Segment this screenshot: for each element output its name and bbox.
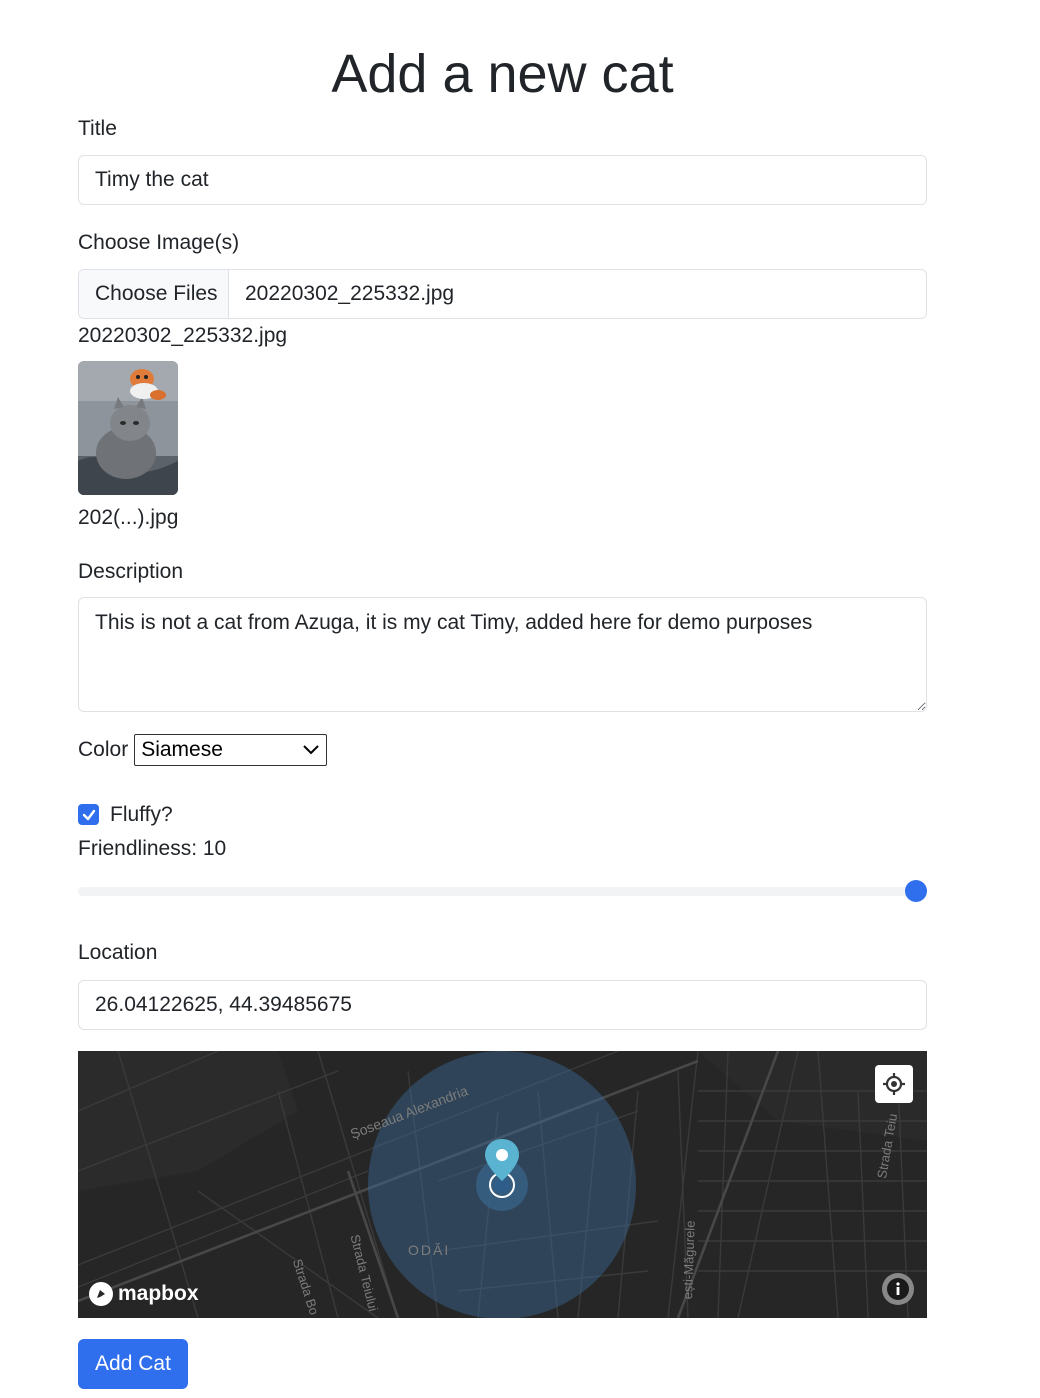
color-label: Color	[78, 738, 129, 761]
geolocate-icon	[883, 1073, 905, 1095]
mapbox-logo-icon	[89, 1282, 113, 1306]
info-icon	[887, 1278, 909, 1300]
friendliness-slider-thumb[interactable]	[905, 880, 927, 902]
map-label-magurele: ești-Măgurele	[680, 1220, 698, 1300]
choose-files-button[interactable]: Choose Files	[79, 270, 229, 318]
chevron-down-icon	[303, 745, 319, 755]
description-label: Description	[78, 560, 184, 583]
map-label-odai: ODĂI	[408, 1242, 451, 1258]
thumbnail-caption: 202(...).jpg	[78, 506, 179, 529]
map-pin-icon	[485, 1139, 519, 1198]
fluffy-checkbox[interactable]	[78, 804, 99, 825]
friendliness-label: Friendliness: 10	[78, 837, 227, 860]
friendliness-slider-track[interactable]	[78, 887, 927, 896]
geolocate-button[interactable]	[875, 1065, 913, 1103]
file-list-name: 20220302_225332.jpg	[78, 324, 288, 347]
mapbox-logo[interactable]: mapbox	[88, 1281, 199, 1307]
image-thumbnail	[78, 361, 178, 495]
color-selected-value: Siamese	[141, 738, 223, 761]
description-textarea[interactable]: This is not a cat from Azuga, it is my c…	[78, 597, 927, 712]
mapbox-logo-text: mapbox	[118, 1282, 199, 1305]
title-label: Title	[78, 117, 117, 140]
location-input[interactable]	[78, 980, 927, 1030]
add-cat-button[interactable]: Add Cat	[78, 1339, 188, 1389]
map[interactable]: Șoseaua Alexandria Strada Teiului Strada…	[78, 1051, 927, 1318]
title-input[interactable]	[78, 155, 927, 205]
page-title: Add a new cat	[331, 44, 674, 104]
location-label: Location	[78, 941, 158, 964]
color-row: Color Siamese	[78, 734, 328, 766]
file-input[interactable]: Choose Files 20220302_225332.jpg	[78, 269, 927, 319]
file-chosen-name: 20220302_225332.jpg	[245, 282, 455, 305]
attribution-button[interactable]	[882, 1273, 914, 1305]
cat-photo-icon	[78, 361, 178, 495]
fluffy-label: Fluffy?	[110, 803, 173, 826]
check-icon	[82, 809, 95, 820]
color-select[interactable]: Siamese	[134, 734, 328, 766]
images-label: Choose Image(s)	[78, 231, 240, 254]
